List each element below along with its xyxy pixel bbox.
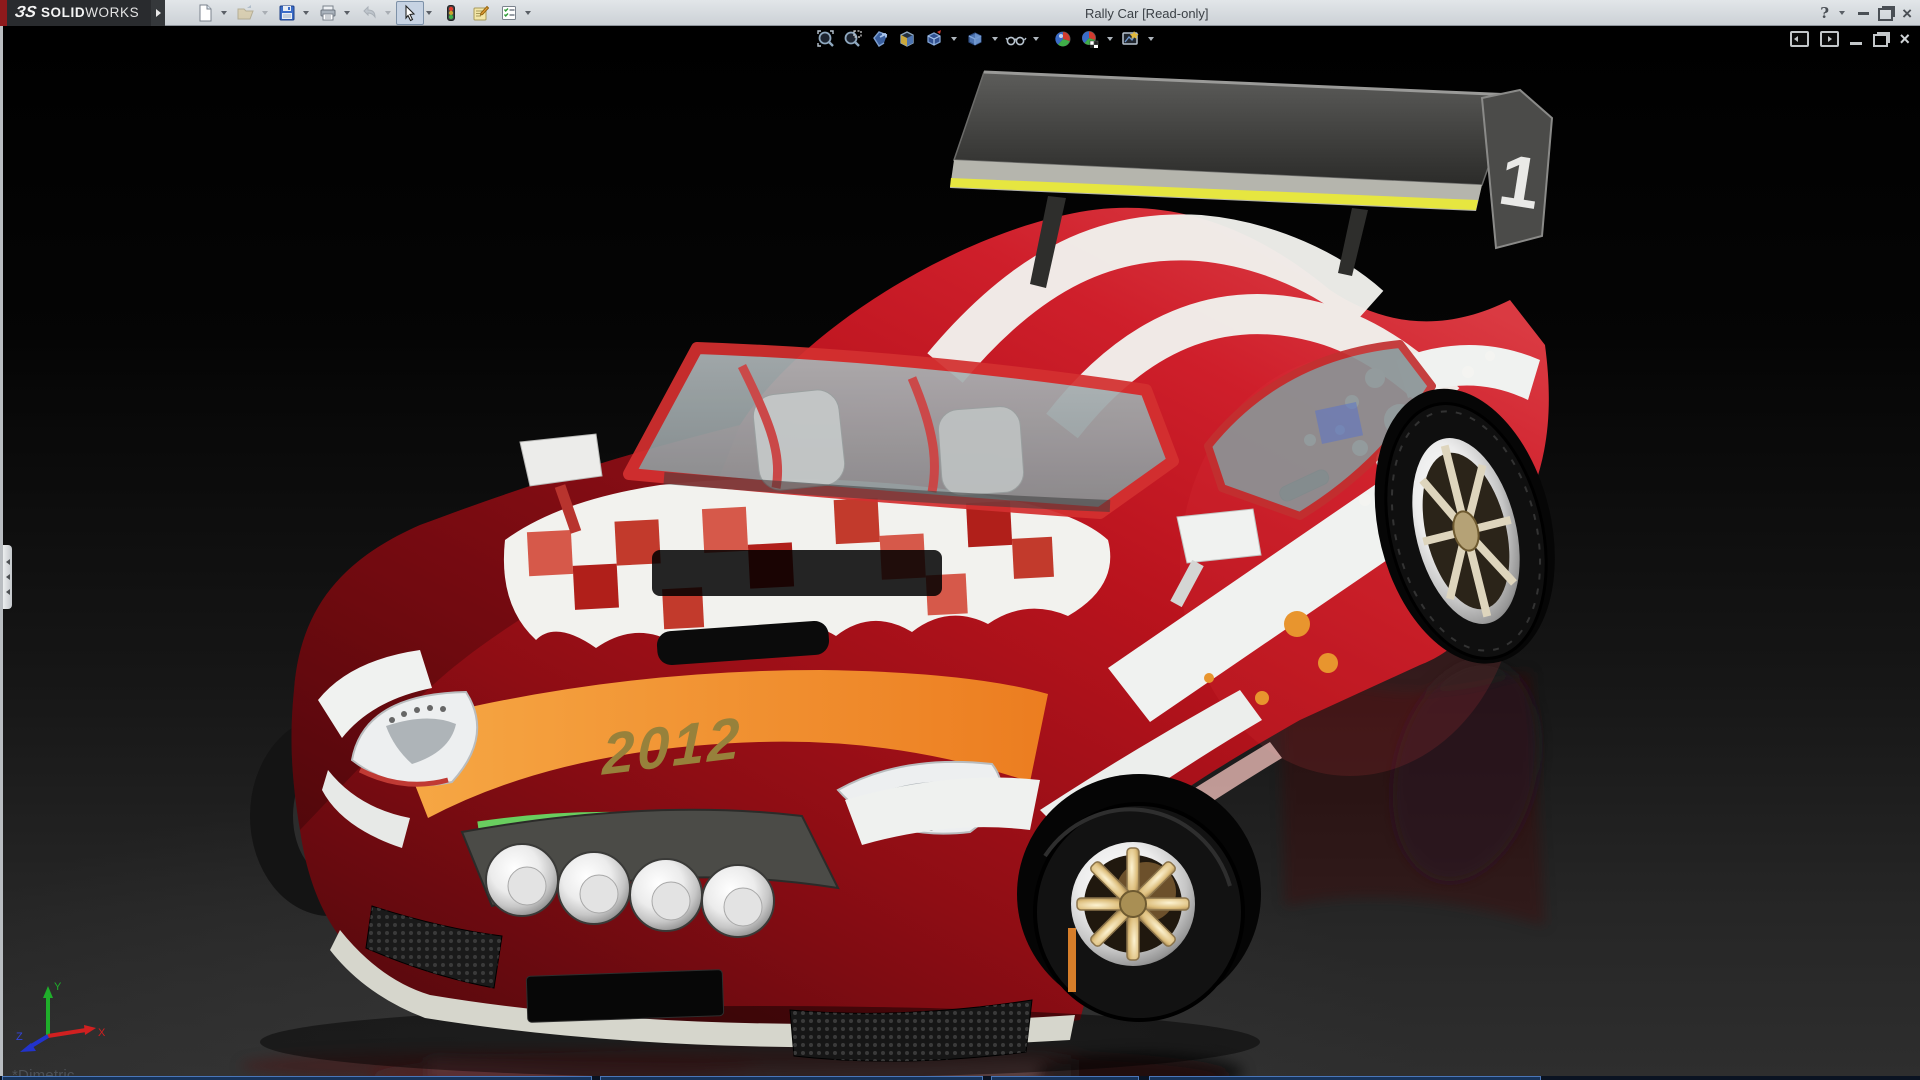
rebuild-traffic-light-icon [442,4,460,22]
triad-z-label: Z [16,1031,23,1043]
checkered-flag [1090,41,1098,48]
triad-x-label: X [98,1027,106,1039]
glasshouse [629,344,1432,516]
restore-button[interactable] [1878,8,1893,21]
section-view-button[interactable] [894,28,919,49]
previous-view-button[interactable] [867,28,892,49]
seat-right [937,405,1025,497]
options-icon [500,4,518,22]
view-settings-button[interactable] [1118,28,1143,49]
collapse-arrow-icon [6,589,10,595]
pane-arrow-right-icon [1828,36,1832,42]
save-icon [278,4,296,22]
edit-appearance-button[interactable] [1050,28,1075,49]
print-icon [319,4,337,22]
view-settings-caret[interactable] [1148,37,1154,41]
taskbar-button [991,1076,1139,1080]
new-dropdown-caret[interactable] [221,11,227,15]
apply-scene-caret[interactable] [1107,37,1113,41]
previous-view-icon [870,29,890,49]
taskbar-button [2,1076,592,1080]
display-style-button[interactable] [962,28,987,49]
feature-tree-splitter[interactable] [3,545,12,609]
open-dropdown-caret[interactable] [262,11,268,15]
file-properties-button[interactable] [466,1,494,25]
select-dropdown-caret[interactable] [426,11,432,15]
edit-appearance-icon [1053,29,1073,49]
seat-left [751,388,847,492]
taskbar-sliver [0,1076,1920,1080]
view-orientation-icon [924,29,944,49]
help-button[interactable]: ? [1820,4,1829,22]
document-minimize-button[interactable] [1850,42,1862,45]
document-title: Rally Car [Read-only] [1085,6,1209,21]
view-orientation-caret[interactable] [951,37,957,41]
rally-car-model[interactable]: 2012 [0,26,1920,1080]
reference-triad: Y X Z [14,978,110,1056]
hide-show-items-icon [1005,29,1027,49]
apply-scene-button[interactable] [1077,28,1102,49]
window-controls: ? × [1820,0,1912,26]
undo-dropdown-caret[interactable] [385,11,391,15]
taskbar-button [1149,1076,1541,1080]
headsup-view-toolbar [813,28,1157,49]
expand-arrow-icon [156,9,161,17]
solidworks-logo-mark: ЗS [13,4,37,22]
solidworks-logo: ЗS SOLIDWORKS [7,0,151,26]
taskbar-button [600,1076,983,1080]
standard-toolbar [191,1,535,25]
window-edge-accent [0,0,7,26]
save-dropdown-caret[interactable] [303,11,309,15]
pane-arrow-left-icon [1794,36,1798,42]
document-close-button[interactable]: × [1899,31,1910,47]
options-dropdown-caret[interactable] [525,11,531,15]
close-button[interactable]: × [1902,5,1912,22]
minimize-button[interactable] [1858,12,1869,15]
front-plate-panel [526,970,723,1023]
print-button[interactable] [314,1,342,25]
wheel-marker [1068,928,1076,992]
front-wheel-spokes [1077,848,1189,960]
apply-scene-icon [1080,29,1100,49]
hide-show-items-caret[interactable] [1033,37,1039,41]
display-style-icon [965,29,985,49]
menu-expand-button[interactable] [151,0,165,26]
section-view-icon [897,29,917,49]
zoom-to-area-button[interactable] [840,28,865,49]
show-left-pane-button[interactable] [1790,31,1809,47]
options-button[interactable] [495,1,523,25]
collapse-arrow-icon [6,559,10,565]
3d-viewport[interactable]: 2012 [0,26,1920,1080]
undo-icon [360,4,378,22]
rebuild-button[interactable] [437,1,465,25]
file-properties-icon [471,4,489,22]
display-style-caret[interactable] [992,37,998,41]
show-right-pane-button[interactable] [1820,31,1839,47]
titlebar: ЗS SOLIDWORKS [0,0,1920,26]
solidworks-logo-text-bold: SOLID [41,5,85,20]
print-dropdown-caret[interactable] [344,11,350,15]
new-document-icon [196,4,214,22]
select-cursor-icon [401,4,419,22]
document-window-controls: × [1790,31,1910,47]
open-icon [237,4,255,22]
zoom-to-fit-button[interactable] [813,28,838,49]
view-settings-icon [1121,29,1141,49]
zoom-to-area-icon [843,29,863,49]
hide-show-items-button[interactable] [1003,28,1028,49]
collapse-arrow-icon [6,574,10,580]
right-mirror [1177,509,1261,563]
help-dropdown-caret[interactable] [1839,11,1845,15]
undo-button[interactable] [355,1,383,25]
save-button[interactable] [273,1,301,25]
open-button[interactable] [232,1,260,25]
view-orientation-button[interactable] [921,28,946,49]
document-restore-button[interactable] [1873,34,1888,47]
car-body: 2012 [250,72,1582,1078]
select-button[interactable] [396,1,424,25]
solidworks-logo-text-light: WORKS [85,5,139,20]
zoom-to-fit-icon [816,29,836,49]
triad-y-label: Y [54,981,62,993]
new-document-button[interactable] [191,1,219,25]
